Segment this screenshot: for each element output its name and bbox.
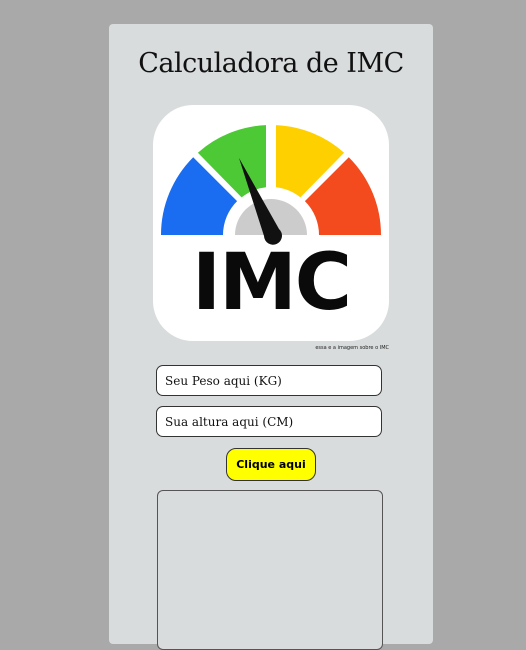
logo-text: IMC	[192, 238, 350, 328]
calculate-button[interactable]: Clique aqui	[226, 448, 316, 481]
page-title: Calculadora de IMC	[138, 48, 404, 79]
bmi-gauge-icon: IMC	[161, 125, 381, 328]
logo-caption: essa e a imagem sobre o IMC	[315, 345, 389, 351]
result-box	[157, 490, 383, 650]
height-input[interactable]	[156, 406, 382, 437]
weight-input[interactable]	[156, 365, 382, 396]
calculator-card: Calculadora de IMC IMC essa e a imagem s…	[109, 24, 433, 650]
bmi-gauge-logo: IMC	[153, 105, 389, 341]
